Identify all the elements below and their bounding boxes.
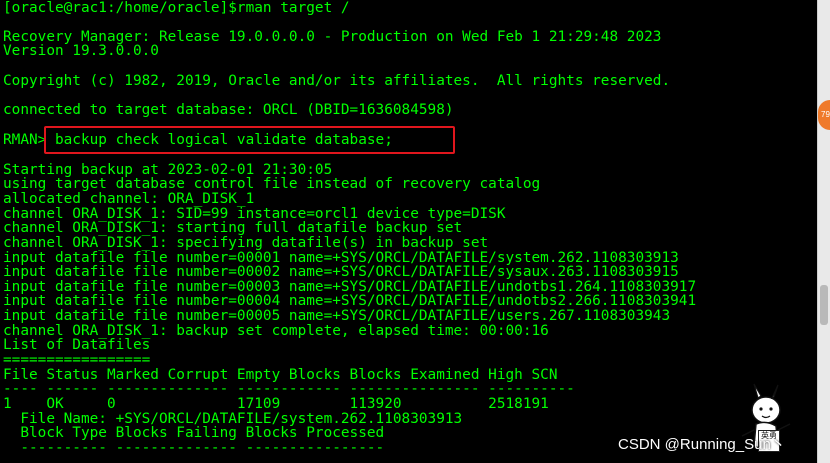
output-line: allocated channel: ORA_DISK_1 (3, 191, 255, 207)
datafile-input-line: input datafile file number=00005 name=+S… (3, 308, 671, 324)
csdn-watermark: CSDN @Running_Sun丶 (618, 436, 786, 453)
table-rule: ---- ------ -------------- ------------ … (3, 381, 575, 397)
output-line: using target database control file inste… (3, 176, 541, 192)
command-highlight-box (44, 126, 455, 154)
rman-version-line: Version 19.3.0.0.0 (3, 43, 159, 59)
terminal-window[interactable]: [oracle@rac1:/home/oracle]$rman target /… (0, 0, 818, 463)
floating-side-badge[interactable]: 79 (818, 100, 830, 130)
connected-line: connected to target database: ORCL (DBID… (3, 102, 454, 118)
datafile-input-line: input datafile file number=00004 name=+S… (3, 293, 697, 309)
divider-line: ================= (3, 352, 151, 368)
datafile-input-line: input datafile file number=00002 name=+S… (3, 264, 679, 280)
output-line: channel ORA_DISK_1: specifying datafile(… (3, 235, 489, 251)
output-line: channel ORA_DISK_1: starting full datafi… (3, 220, 463, 236)
block-table-header: Block Type Blocks Failing Blocks Process… (3, 425, 385, 441)
vertical-scrollbar[interactable] (817, 0, 830, 463)
table-row: 1 OK 0 17109 113920 2518191 (3, 396, 549, 412)
block-table-rule: ---------- -------------- --------------… (3, 440, 385, 456)
scrollbar-thumb[interactable] (820, 285, 828, 325)
list-heading: List of Datafiles (3, 337, 151, 353)
copyright-line: Copyright (c) 1982, 2019, Oracle and/or … (3, 73, 671, 89)
shell-prompt-line: [oracle@rac1:/home/oracle]$rman target / (3, 0, 350, 16)
